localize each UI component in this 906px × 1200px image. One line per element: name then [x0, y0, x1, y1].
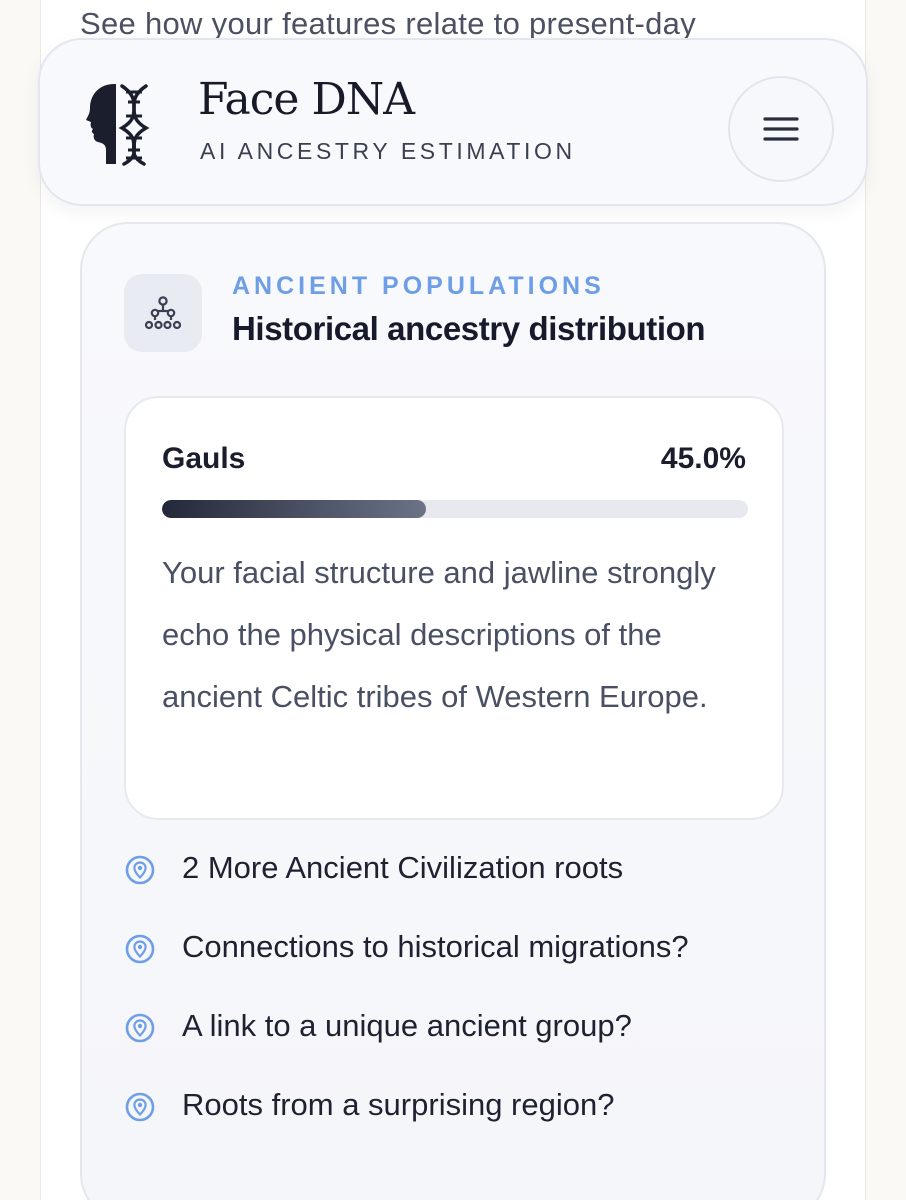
population-description: Your facial structure and jawline strong…: [162, 555, 716, 714]
section-title: Historical ancestry distribution: [232, 310, 706, 347]
scrolled-intro-text: See how your features relate to present-…: [80, 6, 697, 41]
percentage-bar-fill: [162, 500, 426, 518]
menu-button[interactable]: [728, 76, 834, 182]
percentage-bar-track: [162, 500, 748, 518]
locked-results-list: 2 More Ancient Civilization roots Connect…: [124, 848, 814, 1164]
location-pin-icon: [125, 934, 155, 964]
teaser-item[interactable]: 2 More Ancient Civilization roots: [124, 848, 814, 927]
population-name: Gauls: [162, 442, 246, 475]
teaser-item[interactable]: A link to a unique ancient group?: [124, 1006, 814, 1085]
face-dna-logo-icon[interactable]: [84, 80, 154, 166]
location-pin-icon: [125, 1092, 155, 1122]
app-header: Face DNA AI ANCESTRY ESTIMATION: [38, 38, 868, 206]
brand-name[interactable]: Face DNA: [198, 74, 415, 125]
top-ancestry-result: Gauls 45.0% Your facial structure and ja…: [124, 396, 784, 820]
teaser-item[interactable]: Roots from a surprising region?: [124, 1085, 814, 1164]
brand-tagline: AI ANCESTRY ESTIMATION: [200, 138, 576, 164]
section-eyebrow: ANCIENT POPULATIONS: [232, 272, 605, 300]
teaser-item[interactable]: Connections to historical migrations?: [124, 927, 814, 1006]
population-percentage: 45.0%: [660, 442, 746, 475]
hamburger-menu-icon: [763, 117, 799, 141]
teaser-text: 2 More Ancient Civilization roots: [182, 850, 624, 885]
teaser-text: Roots from a surprising region?: [182, 1087, 615, 1122]
teaser-text: Connections to historical migrations?: [182, 929, 689, 964]
ancient-populations-card: ANCIENT POPULATIONS Historical ancestry …: [80, 222, 826, 1200]
teaser-text: A link to a unique ancient group?: [182, 1008, 632, 1043]
section-icon-box: [124, 274, 202, 352]
hierarchy-tree-icon: [145, 296, 181, 330]
location-pin-icon: [125, 855, 155, 885]
location-pin-icon: [125, 1013, 155, 1043]
